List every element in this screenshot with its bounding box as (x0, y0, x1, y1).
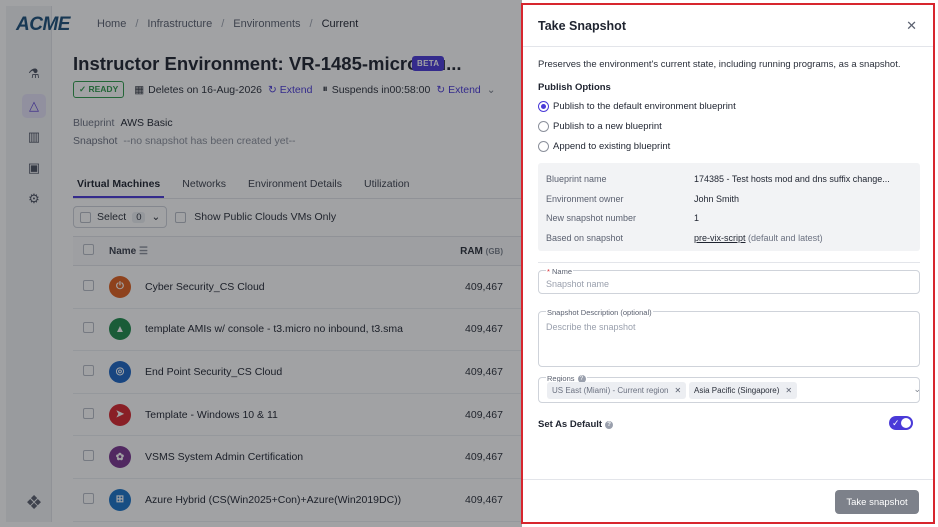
set-default-toggle[interactable]: ✓ (889, 416, 913, 430)
take-snapshot-button[interactable]: Take snapshot (835, 490, 919, 514)
dialog-header: Take Snapshot ✕ (523, 5, 933, 47)
based-on-snapshot-link[interactable]: pre-vix-script (694, 233, 746, 243)
option-existing-blueprint[interactable]: Append to existing blueprint (538, 141, 670, 152)
check-icon: ✓ (892, 418, 900, 428)
region-tag-us-east: US East (Miami) - Current region ✕ (547, 382, 687, 399)
info-based-on: Based on snapshot pre-vix-script (defaul… (546, 233, 823, 243)
help-icon[interactable]: ? (605, 420, 614, 429)
radio-selected-icon[interactable] (538, 101, 549, 112)
snapshot-info-panel: Blueprint name 174385 - Test hosts mod a… (538, 163, 920, 251)
modal-backdrop[interactable] (0, 0, 522, 527)
radio-icon[interactable] (538, 121, 549, 132)
chevron-down-icon[interactable]: ⌄ (913, 384, 921, 395)
publish-options-label: Publish Options (538, 82, 611, 93)
option-default-blueprint[interactable]: Publish to the default environment bluep… (538, 101, 736, 112)
dialog-footer: Take snapshot (523, 479, 933, 522)
option-new-blueprint[interactable]: Publish to a new blueprint (538, 121, 662, 132)
set-default-row: Set As Default? (538, 419, 614, 430)
close-icon[interactable]: ✕ (906, 18, 917, 34)
remove-tag-icon[interactable]: ✕ (785, 386, 792, 395)
snapshot-name-input[interactable]: * Name Snapshot name (538, 267, 920, 294)
take-snapshot-dialog: Take Snapshot ✕ Preserves the environmen… (521, 3, 935, 524)
remove-tag-icon[interactable]: ✕ (674, 386, 681, 395)
info-blueprint-name: Blueprint name 174385 - Test hosts mod a… (546, 174, 890, 184)
divider (538, 262, 920, 263)
info-owner: Environment owner John Smith (546, 194, 740, 204)
region-tag-asia-pacific: Asia Pacific (Singapore) ✕ (689, 382, 798, 399)
snapshot-description-input[interactable]: Snapshot Description (optional) Describe… (538, 308, 920, 367)
info-snapshot-number: New snapshot number 1 (546, 213, 700, 223)
dialog-title: Take Snapshot (538, 19, 626, 33)
radio-icon[interactable] (538, 141, 549, 152)
dialog-description: Preserves the environment's current stat… (538, 59, 901, 70)
